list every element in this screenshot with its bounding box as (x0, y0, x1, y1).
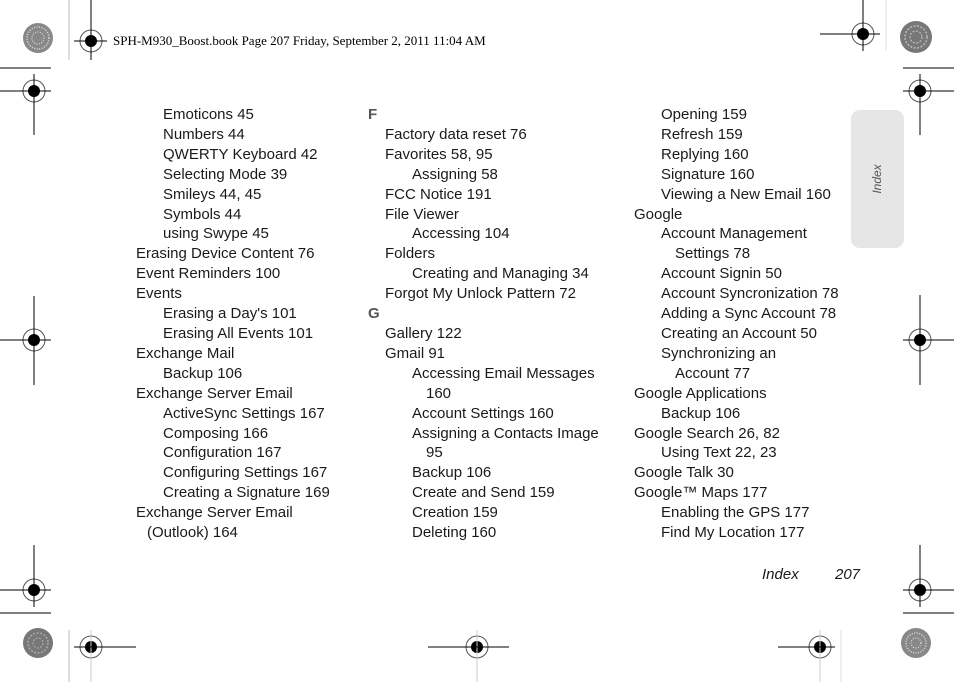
index-entry: Creating and Managing 34 (412, 265, 589, 283)
starburst-mark-top-right (900, 21, 932, 53)
index-entry: Symbols 44 (163, 205, 242, 223)
index-entry: Account Signin 50 (661, 265, 782, 283)
index-entry: Backup 106 (163, 364, 243, 382)
side-tab-label: Index (870, 164, 884, 194)
registration-mark-bottom-center (428, 630, 509, 682)
registration-mark-right-lower (903, 545, 954, 607)
index-entry: Google Talk 30 (634, 464, 734, 482)
registration-mark-top-left (74, 0, 107, 60)
index-entry: Exchange Server Email (136, 504, 293, 522)
index-letter-heading: G (368, 305, 380, 323)
starburst-mark-top-left (23, 23, 53, 53)
index-entry: 160 (426, 384, 452, 402)
footer-page-number: 207 (835, 566, 861, 583)
index-entry: Creating an Account 50 (661, 324, 817, 342)
index-entry: Account Settings 160 (412, 404, 554, 422)
index-entry: Account Management (661, 225, 807, 243)
index-entry: Accessing Email Messages (412, 364, 595, 382)
index-entry: Event Reminders 100 (136, 265, 281, 283)
index-entry: Creation 159 (412, 504, 498, 522)
index-entry: Configuration 167 (163, 444, 282, 462)
registration-mark-right-middle (903, 295, 954, 385)
index-column-3: Opening 159 Refresh 159 Replying 160 Signat… (634, 105, 839, 543)
index-entry: ActiveSync Settings 167 (163, 404, 325, 422)
registration-mark-bottom-right (778, 630, 835, 682)
registration-mark-bottom-left (74, 630, 136, 682)
index-entry: Erasing a Day's 101 (163, 305, 297, 323)
index-entry: FCC Notice 191 (385, 185, 492, 203)
index-entry: Assigning 58 (412, 165, 498, 183)
registration-mark-left-middle (0, 296, 51, 385)
index-entry: Replying 160 (661, 145, 749, 163)
index-entry: Google Search 26, 82 (634, 424, 780, 442)
index-entry: Forgot My Unlock Pattern 72 (385, 285, 576, 303)
index-entry: Accessing 104 (412, 225, 510, 243)
index-entry: Google Applications (634, 384, 767, 402)
index-entry: Viewing a New Email 160 (661, 185, 831, 203)
index-entry: using Swype 45 (163, 225, 269, 243)
footer-section-label: Index (762, 566, 799, 583)
index-entry: Exchange Mail (136, 344, 235, 362)
starburst-mark-bottom-right (901, 628, 931, 658)
index-entry: Enabling the GPS 177 (661, 504, 810, 522)
index-entry: Account 77 (675, 364, 751, 382)
index-entry: Assigning a Contacts Image (412, 424, 599, 442)
registration-mark-left-upper (0, 74, 51, 135)
index-entry: Google (634, 205, 683, 223)
index-entry: Numbers 44 (163, 125, 245, 143)
index-entry: Google™ Maps 177 (634, 484, 768, 502)
starburst-mark-bottom-left (23, 628, 53, 658)
index-entry: Folders (385, 245, 436, 263)
index-entry: Account Syncronization 78 (661, 285, 839, 303)
index-entry: Using Text 22, 23 (661, 444, 777, 462)
index-entry: Backup 106 (661, 404, 741, 422)
index-entry: Emoticons 45 (163, 106, 254, 123)
index-entry: QWERTY Keyboard 42 (163, 145, 318, 163)
index-letter-heading: F (368, 106, 378, 123)
section-side-tab: Index (851, 110, 904, 248)
index-entry: Creating a Signature 169 (163, 484, 330, 502)
index-entry: Deleting 160 (412, 524, 497, 542)
index-column-1: Emoticons 45 Numbers 44 QWERTY Keyboard 42… (136, 105, 330, 543)
index-entry: Signature 160 (661, 165, 755, 183)
index-entry: Configuring Settings 167 (163, 464, 328, 482)
index-entry: Erasing Device Content 76 (136, 245, 315, 263)
index-entry: Composing 166 (163, 424, 269, 442)
index-entry: Erasing All Events 101 (163, 324, 314, 342)
print-header: SPH-M930_Boost.book Page 207 Friday, Sep… (113, 33, 486, 48)
index-column-2: F Factory data reset 76 Favorites 58, 95 As… (368, 105, 599, 543)
index-entry: Exchange Server Email (136, 384, 293, 402)
index-entry: Favorites 58, 95 (385, 145, 493, 163)
registration-mark-left-lower (0, 545, 51, 607)
registration-mark-top-right (820, 0, 880, 51)
index-entry: 95 (426, 444, 443, 462)
index-entry: Factory data reset 76 (385, 125, 527, 143)
index-entry: Find My Location 177 (661, 524, 805, 542)
index-entry: Backup 106 (412, 464, 492, 482)
index-entry: Create and Send 159 (412, 484, 555, 502)
index-entry: Smileys 44, 45 (163, 185, 262, 203)
index-entry: Synchronizing an (661, 344, 777, 362)
index-entry: Opening 159 (661, 106, 747, 123)
index-entry: File Viewer (385, 205, 459, 223)
index-entry: Events (136, 285, 182, 303)
index-entry: Selecting Mode 39 (163, 165, 288, 183)
index-entry: (Outlook) 164 (147, 524, 238, 542)
index-entry: Gmail 91 (385, 344, 446, 362)
index-entry: Settings 78 (675, 245, 751, 263)
registration-mark-right-upper (903, 74, 954, 135)
index-entry: Refresh 159 (661, 125, 743, 143)
index-entry: Gallery 122 (385, 324, 462, 342)
index-entry: Adding a Sync Account 78 (661, 305, 837, 323)
